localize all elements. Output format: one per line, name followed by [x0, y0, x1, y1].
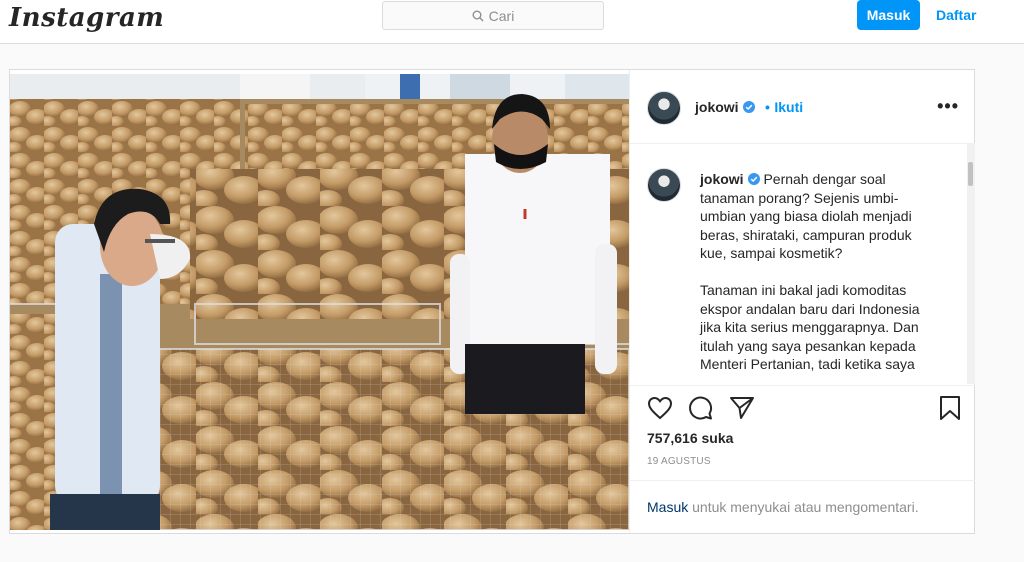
login-prompt-link[interactable]: Masuk	[647, 499, 688, 515]
bookmark-icon[interactable]	[936, 394, 964, 422]
comment-icon[interactable]	[686, 394, 714, 422]
signup-link[interactable]: Daftar	[928, 0, 984, 30]
post-date[interactable]: 19 AGUSTUS	[647, 456, 711, 467]
verified-badge-icon	[747, 173, 760, 185]
verified-badge-icon	[742, 101, 755, 113]
caption: jokowi Pernah dengar soal tanaman porang…	[700, 170, 932, 374]
caption-area: jokowi Pernah dengar soal tanaman porang…	[630, 144, 975, 384]
share-icon[interactable]	[728, 394, 756, 422]
top-nav-bar: Instagram Cari Masuk Daftar	[0, 0, 1024, 44]
author-line: jokowi • Ikuti	[695, 99, 803, 117]
search-placeholder: Cari	[488, 7, 515, 24]
more-options-icon[interactable]: •••	[937, 96, 959, 117]
follow-separator: •	[765, 99, 770, 115]
author-avatar[interactable]	[647, 91, 681, 125]
post-actions: 757,616 suka 19 AGUSTUS Masuk untuk meny…	[630, 385, 975, 534]
post-photo[interactable]	[10, 74, 629, 530]
post-header: jokowi • Ikuti •••	[630, 70, 975, 144]
caption-username[interactable]: jokowi	[700, 171, 744, 187]
likes-count[interactable]: 757,616 suka	[647, 430, 733, 446]
login-button[interactable]: Masuk	[857, 0, 920, 30]
search-input[interactable]: Cari	[382, 1, 604, 30]
post-card: jokowi • Ikuti ••• jokowi Pernah dengar …	[9, 69, 975, 534]
caption-body: Pernah dengar soal tanaman porang? Sejen…	[700, 171, 920, 372]
heart-icon[interactable]	[646, 394, 674, 422]
author-username[interactable]: jokowi	[695, 99, 739, 115]
follow-button[interactable]: Ikuti	[774, 99, 803, 115]
caption-avatar[interactable]	[647, 168, 681, 202]
instagram-logo[interactable]: Instagram	[9, 3, 164, 33]
login-prompt: Masuk untuk menyukai atau mengomentari.	[630, 480, 975, 535]
post-sidebar: jokowi • Ikuti ••• jokowi Pernah dengar …	[629, 70, 975, 533]
search-icon	[472, 10, 484, 21]
photo-illustration	[10, 74, 629, 530]
caption-scrollbar[interactable]	[967, 144, 975, 384]
login-prompt-text: untuk menyukai atau mengomentari.	[688, 499, 919, 515]
scrollbar-thumb[interactable]	[968, 162, 973, 186]
